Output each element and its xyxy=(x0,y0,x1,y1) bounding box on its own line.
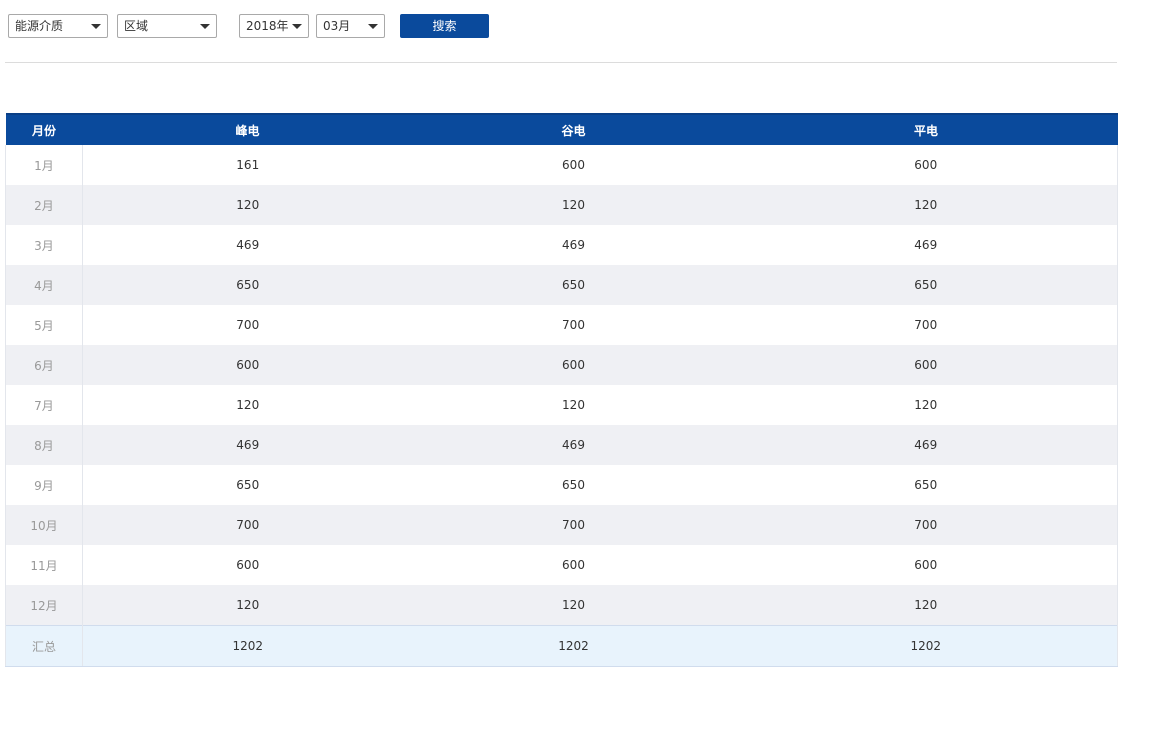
divider xyxy=(5,62,1117,63)
month-cell: 10月 xyxy=(5,505,83,545)
total-flat-cell: 1202 xyxy=(734,625,1118,667)
electricity-table: 月份 峰电 谷电 平电 1月 161 600 600 2月 120 120 120 3月 469 4… xyxy=(5,113,1118,667)
flat-cell: 700 xyxy=(734,505,1118,545)
valley-cell: 469 xyxy=(412,225,735,265)
year-select[interactable]: 2018年 xyxy=(239,14,309,38)
flat-cell: 120 xyxy=(734,185,1118,225)
table-row: 8月 469 469 469 xyxy=(5,425,1118,465)
valley-cell: 469 xyxy=(412,425,735,465)
flat-cell: 469 xyxy=(734,225,1118,265)
total-row: 汇总 1202 1202 1202 xyxy=(5,625,1118,667)
total-valley-cell: 1202 xyxy=(412,625,735,667)
month-cell: 11月 xyxy=(5,545,83,585)
month-cell: 4月 xyxy=(5,265,83,305)
valley-cell: 650 xyxy=(412,265,735,305)
peak-cell: 120 xyxy=(82,185,413,225)
peak-cell: 469 xyxy=(82,425,413,465)
flat-cell: 650 xyxy=(734,465,1118,505)
total-peak-cell: 1202 xyxy=(82,625,413,667)
flat-cell: 600 xyxy=(734,145,1118,185)
table-row: 4月 650 650 650 xyxy=(5,265,1118,305)
flat-cell: 120 xyxy=(734,585,1118,626)
table-row: 10月 700 700 700 xyxy=(5,505,1118,545)
flat-cell: 120 xyxy=(734,385,1118,425)
header-flat: 平电 xyxy=(734,113,1118,145)
chevron-down-icon xyxy=(91,24,101,29)
table-row: 2月 120 120 120 xyxy=(5,185,1118,225)
flat-cell: 469 xyxy=(734,425,1118,465)
month-cell: 1月 xyxy=(5,145,83,185)
table-row: 6月 600 600 600 xyxy=(5,345,1118,385)
month-value: 03月 xyxy=(323,19,351,33)
peak-cell: 650 xyxy=(82,265,413,305)
month-cell: 12月 xyxy=(5,585,83,626)
month-cell: 2月 xyxy=(5,185,83,225)
chevron-down-icon xyxy=(292,24,302,29)
peak-cell: 469 xyxy=(82,225,413,265)
valley-cell: 120 xyxy=(412,385,735,425)
flat-cell: 700 xyxy=(734,305,1118,345)
valley-cell: 700 xyxy=(412,305,735,345)
peak-cell: 161 xyxy=(82,145,413,185)
header-peak: 峰电 xyxy=(82,113,413,145)
table-row: 5月 700 700 700 xyxy=(5,305,1118,345)
table-header-row: 月份 峰电 谷电 平电 xyxy=(5,113,1118,145)
header-month: 月份 xyxy=(5,113,83,145)
month-cell: 7月 xyxy=(5,385,83,425)
region-value: 区域 xyxy=(124,19,149,33)
flat-cell: 650 xyxy=(734,265,1118,305)
valley-cell: 120 xyxy=(412,585,735,626)
valley-cell: 600 xyxy=(412,145,735,185)
month-cell: 5月 xyxy=(5,305,83,345)
energy-medium-select[interactable]: 能源介质 xyxy=(8,14,108,38)
month-select[interactable]: 03月 xyxy=(316,14,385,38)
peak-cell: 120 xyxy=(82,585,413,626)
valley-cell: 120 xyxy=(412,185,735,225)
peak-cell: 600 xyxy=(82,345,413,385)
month-cell: 9月 xyxy=(5,465,83,505)
energy-medium-value: 能源介质 xyxy=(15,19,64,33)
table-row: 12月 120 120 120 xyxy=(5,585,1118,626)
table-row: 9月 650 650 650 xyxy=(5,465,1118,505)
valley-cell: 600 xyxy=(412,545,735,585)
header-valley: 谷电 xyxy=(412,113,735,145)
peak-cell: 650 xyxy=(82,465,413,505)
year-value: 2018年 xyxy=(246,19,289,33)
table-row: 11月 600 600 600 xyxy=(5,545,1118,585)
chevron-down-icon xyxy=(368,24,378,29)
table-row: 7月 120 120 120 xyxy=(5,385,1118,425)
peak-cell: 600 xyxy=(82,545,413,585)
table-row: 3月 469 469 469 xyxy=(5,225,1118,265)
valley-cell: 600 xyxy=(412,345,735,385)
region-select[interactable]: 区域 xyxy=(117,14,217,38)
chevron-down-icon xyxy=(200,24,210,29)
peak-cell: 120 xyxy=(82,385,413,425)
valley-cell: 650 xyxy=(412,465,735,505)
month-cell: 6月 xyxy=(5,345,83,385)
flat-cell: 600 xyxy=(734,345,1118,385)
valley-cell: 700 xyxy=(412,505,735,545)
flat-cell: 600 xyxy=(734,545,1118,585)
peak-cell: 700 xyxy=(82,505,413,545)
peak-cell: 700 xyxy=(82,305,413,345)
search-button[interactable]: 搜索 xyxy=(400,14,489,38)
month-cell: 8月 xyxy=(5,425,83,465)
table-body: 1月 161 600 600 2月 120 120 120 3月 469 469 469 4月 650 65… xyxy=(5,145,1118,667)
total-label: 汇总 xyxy=(5,625,83,667)
table-row: 1月 161 600 600 xyxy=(5,145,1118,185)
month-cell: 3月 xyxy=(5,225,83,265)
